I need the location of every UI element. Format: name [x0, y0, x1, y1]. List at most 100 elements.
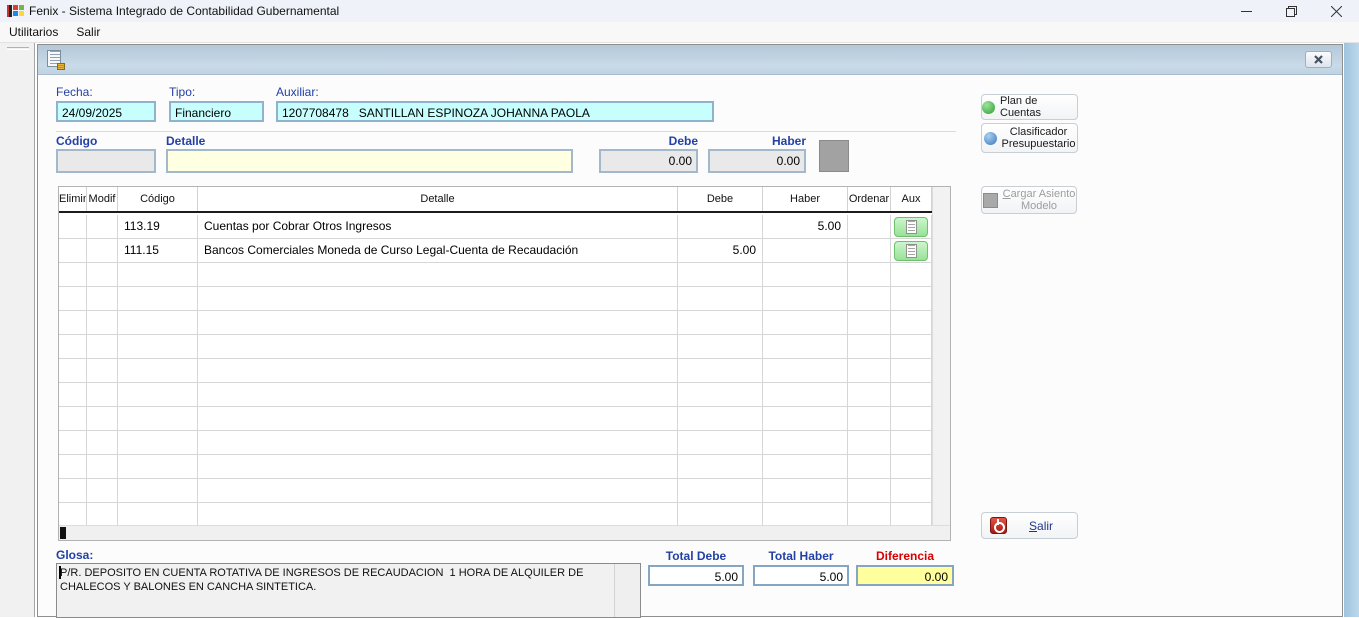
child-close-icon[interactable] — [1305, 51, 1332, 68]
cell-aux — [891, 455, 932, 479]
detalle-label: Detalle — [166, 134, 205, 148]
cell — [763, 335, 848, 359]
restore-icon[interactable] — [1269, 0, 1314, 22]
cell — [848, 383, 891, 407]
minimize-icon[interactable] — [1224, 0, 1269, 22]
cell-aux — [891, 239, 932, 263]
table-row[interactable] — [59, 335, 932, 359]
table-row[interactable] — [59, 311, 932, 335]
cell — [118, 287, 198, 311]
table-row[interactable]: 111.15Bancos Comerciales Moneda de Curso… — [59, 239, 932, 263]
cell — [678, 431, 763, 455]
table-row[interactable] — [59, 479, 932, 503]
cell — [87, 431, 118, 455]
cargar-label-2: Modelo — [1021, 200, 1057, 212]
table-row[interactable] — [59, 383, 932, 407]
fecha-input[interactable]: 24/09/2025 — [56, 101, 156, 122]
cell-aux — [891, 215, 932, 239]
debe-input[interactable]: 0.00 — [599, 149, 698, 173]
grid-body: 113.19Cuentas por Cobrar Otros Ingresos5… — [59, 215, 932, 525]
column-header: Ordenar — [848, 187, 891, 211]
cell — [848, 359, 891, 383]
cell — [198, 455, 678, 479]
cell — [763, 407, 848, 431]
table-row[interactable] — [59, 407, 932, 431]
glosa-textarea[interactable]: P/R. DEPOSITO EN CUENTA ROTATIVA DE INGR… — [56, 563, 641, 618]
splitter-grip[interactable] — [7, 47, 29, 50]
horizontal-scrollbar[interactable] — [59, 525, 950, 540]
cell — [59, 335, 87, 359]
glosa-text: P/R. DEPOSITO EN CUENTA ROTATIVA DE INGR… — [60, 566, 590, 594]
gray-square-icon — [983, 193, 998, 208]
close-icon[interactable] — [1314, 0, 1359, 22]
cargar-asiento-modelo-button[interactable]: Cargar Asiento Modelo — [981, 186, 1077, 214]
cell — [118, 479, 198, 503]
fecha-label: Fecha: — [56, 85, 93, 99]
auxiliar-label: Auxiliar: — [276, 85, 319, 99]
menu-salir[interactable]: Salir — [67, 22, 109, 42]
cell — [678, 503, 763, 525]
cell — [118, 455, 198, 479]
clasificador-label-1: Clasificador — [1010, 126, 1067, 138]
cell-aux — [891, 263, 932, 287]
window-titlebar: Fenix - Sistema Integrado de Contabilida… — [0, 0, 1359, 22]
cell — [678, 455, 763, 479]
cell — [848, 431, 891, 455]
cell — [678, 407, 763, 431]
scrollbar-thumb[interactable] — [60, 527, 66, 539]
clasificador-presupuestario-button[interactable]: Clasificador Presupuestario — [981, 123, 1078, 153]
cell — [763, 239, 848, 263]
cell — [118, 431, 198, 455]
mdi-right-strip — [1344, 43, 1359, 617]
table-row[interactable] — [59, 287, 932, 311]
cargar-label-1: Cargar Asiento — [1003, 188, 1076, 200]
table-row[interactable] — [59, 455, 932, 479]
codigo-input[interactable] — [56, 149, 156, 173]
cell — [118, 407, 198, 431]
haber-label: Haber — [708, 134, 806, 148]
diferencia-input: 0.00 — [856, 565, 954, 586]
cell — [59, 311, 87, 335]
cell — [848, 479, 891, 503]
green-sphere-icon — [982, 101, 995, 114]
tipo-input[interactable]: Financiero — [169, 101, 264, 122]
cell-aux — [891, 287, 932, 311]
cell — [59, 239, 87, 263]
cell — [87, 239, 118, 263]
cell — [198, 479, 678, 503]
cell — [678, 287, 763, 311]
cell — [678, 383, 763, 407]
glosa-scrollbar[interactable] — [614, 564, 640, 617]
cell — [763, 263, 848, 287]
aux-button[interactable] — [894, 241, 928, 261]
table-row[interactable] — [59, 263, 932, 287]
total-haber-input: 5.00 — [753, 565, 849, 586]
table-row[interactable] — [59, 359, 932, 383]
add-entry-button[interactable] — [819, 140, 849, 172]
menu-utilitarios[interactable]: Utilitarios — [0, 22, 67, 42]
table-row[interactable]: 113.19Cuentas por Cobrar Otros Ingresos5… — [59, 215, 932, 239]
cell-aux — [891, 431, 932, 455]
window-title: Fenix - Sistema Integrado de Contabilida… — [29, 4, 339, 18]
plan-de-cuentas-button[interactable]: Plan de Cuentas — [981, 94, 1078, 120]
cell: Cuentas por Cobrar Otros Ingresos — [198, 215, 678, 239]
cell — [678, 263, 763, 287]
cell — [848, 311, 891, 335]
auxiliar-input[interactable]: 1207708478 SANTILLAN ESPINOZA JOHANNA PA… — [276, 101, 714, 122]
cell — [198, 431, 678, 455]
cell — [118, 263, 198, 287]
cell — [59, 455, 87, 479]
cell — [848, 455, 891, 479]
cell — [59, 215, 87, 239]
aux-button[interactable] — [894, 217, 928, 237]
table-row[interactable] — [59, 503, 932, 525]
table-row[interactable] — [59, 431, 932, 455]
cell — [848, 503, 891, 525]
total-debe-label: Total Debe — [648, 549, 744, 563]
detalle-input[interactable] — [166, 149, 573, 173]
salir-button[interactable]: Salir — [981, 512, 1078, 539]
tipo-label: Tipo: — [169, 85, 195, 99]
vertical-scrollbar[interactable] — [932, 187, 950, 525]
haber-input[interactable]: 0.00 — [708, 149, 806, 173]
cell: 5.00 — [763, 215, 848, 239]
